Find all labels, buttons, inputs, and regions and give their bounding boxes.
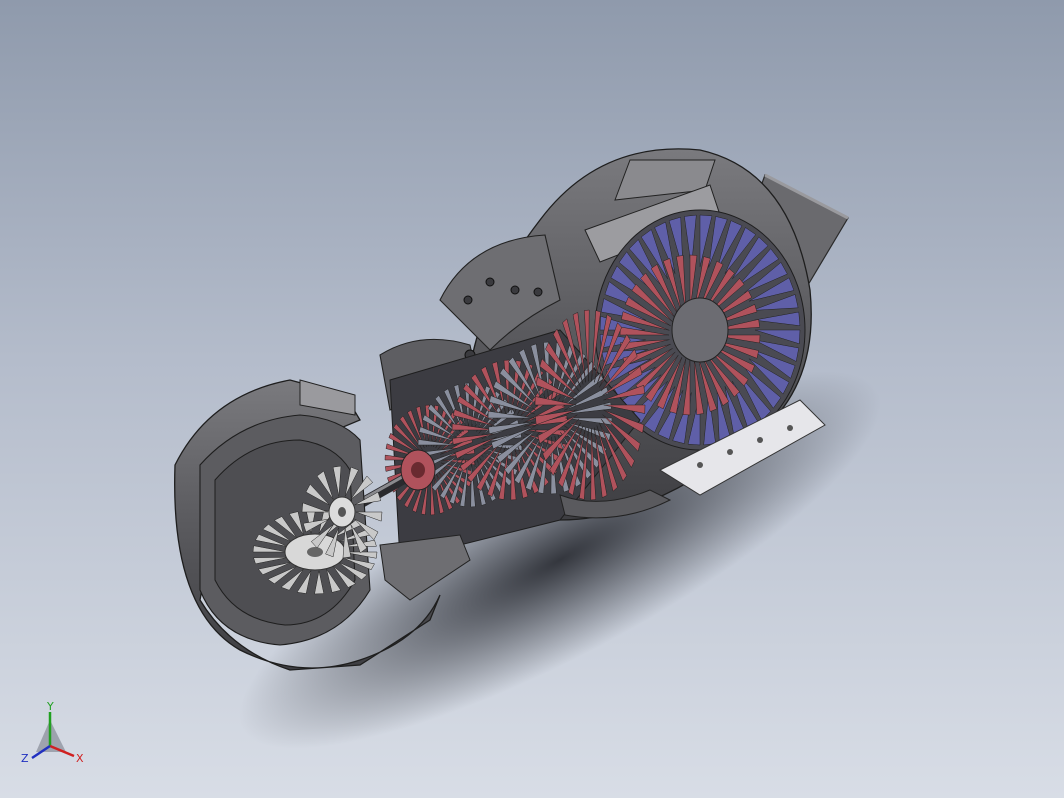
axis-triad: Y X Z [21,700,84,765]
z-axis-label: Z [21,752,29,765]
x-axis-label: X [76,752,84,765]
turbine-engine-model[interactable] [0,0,1064,798]
y-axis-label: Y [46,700,54,713]
cad-viewport[interactable]: Y X Z [0,0,1064,798]
